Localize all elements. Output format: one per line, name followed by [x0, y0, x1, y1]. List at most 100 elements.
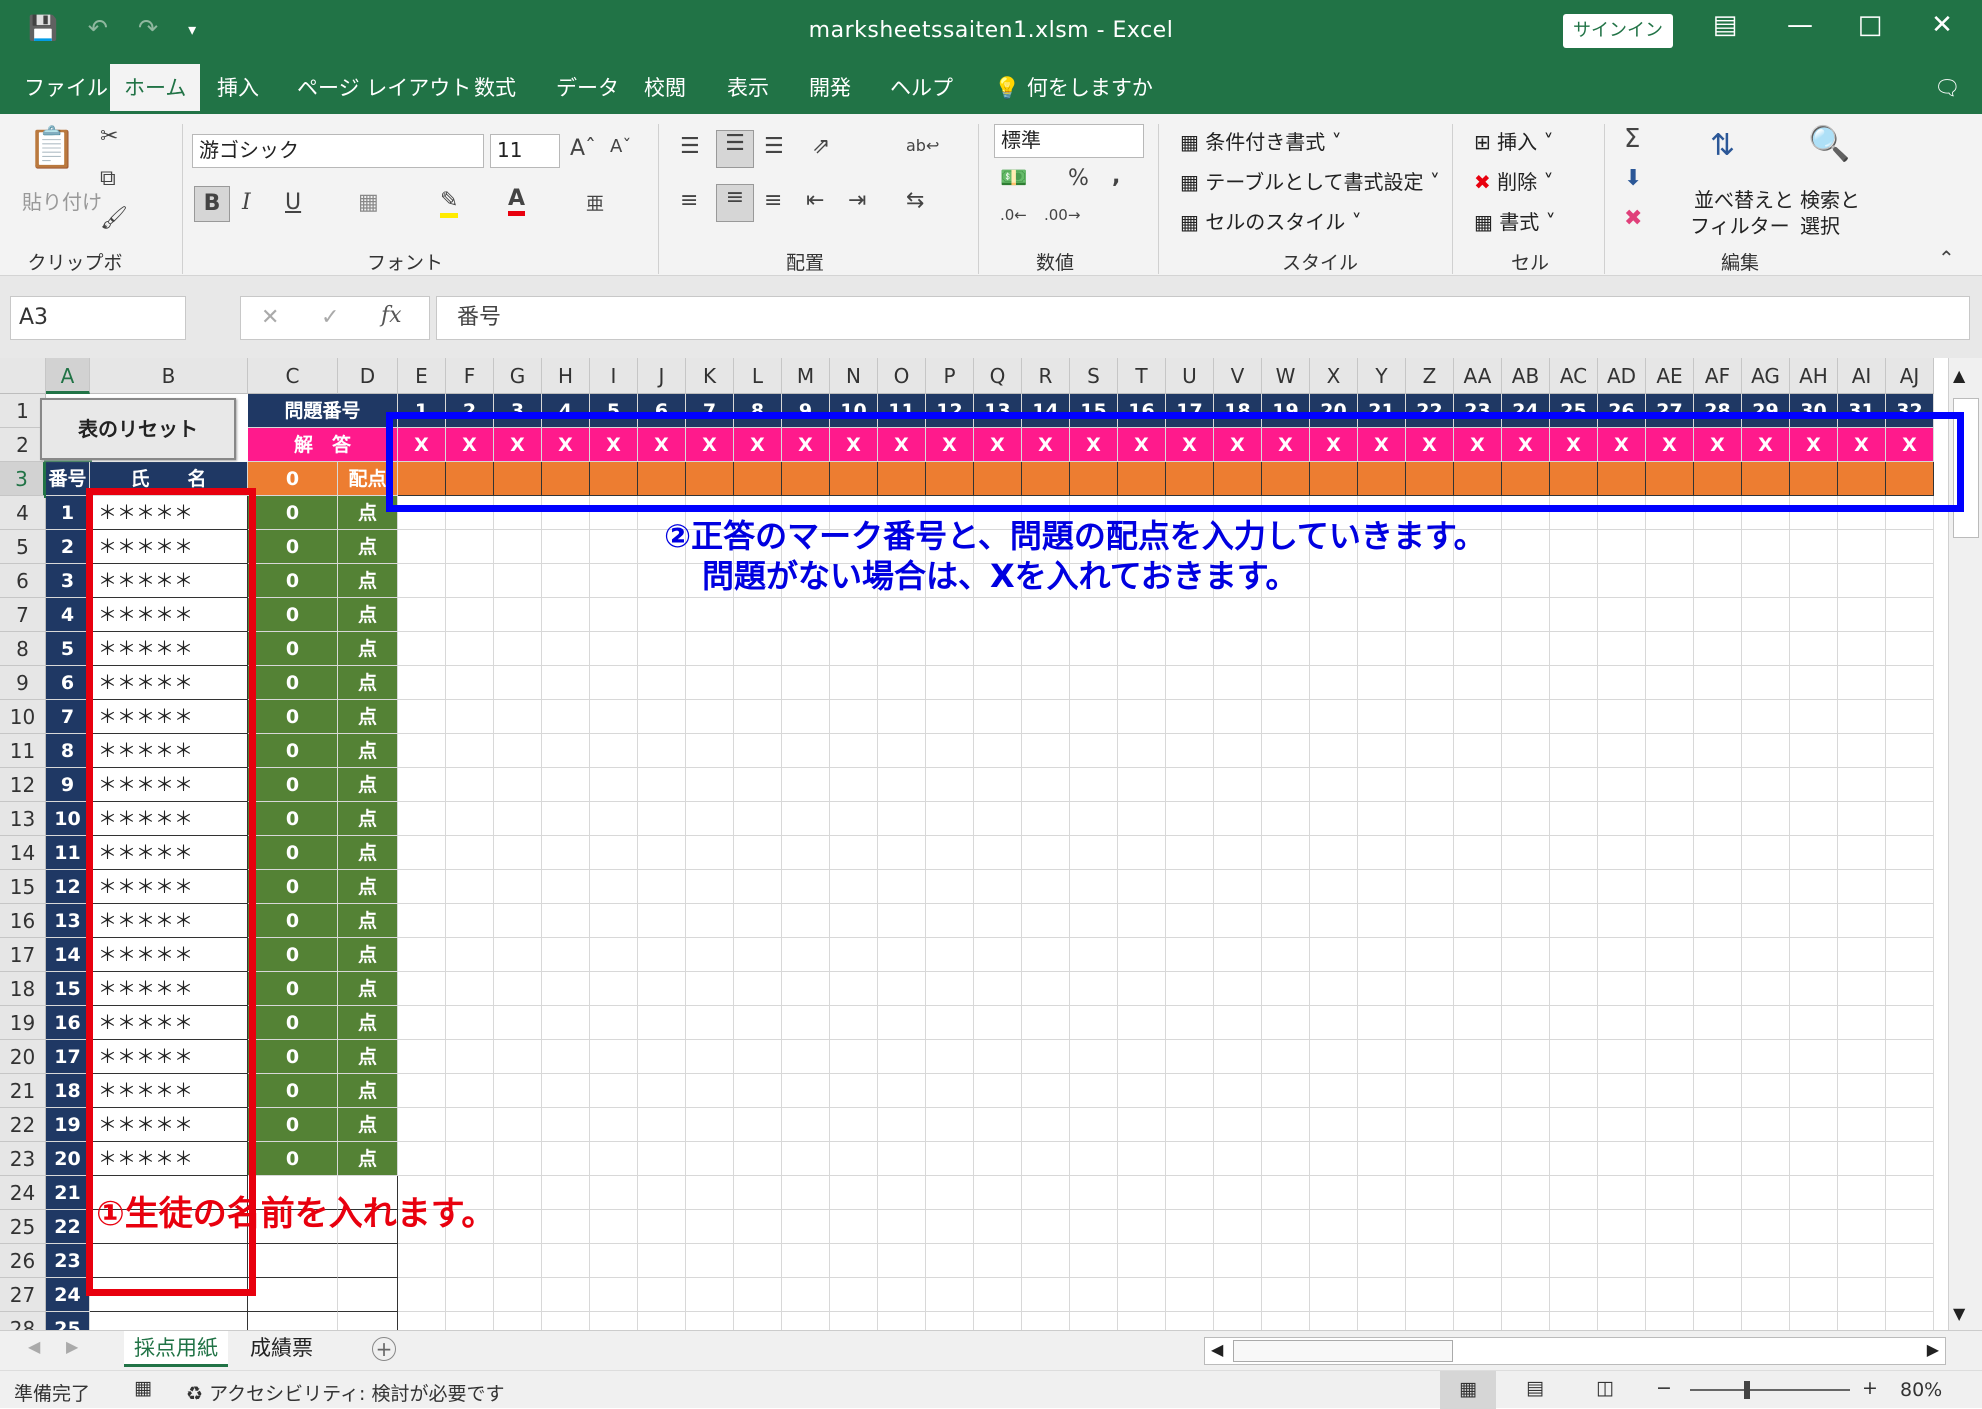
grid-cell[interactable] — [1406, 938, 1454, 972]
grid-cell[interactable] — [1598, 700, 1646, 734]
grid-cell[interactable] — [1406, 1074, 1454, 1108]
student-number[interactable]: 24 — [46, 1278, 90, 1312]
grid-cell[interactable] — [1502, 1210, 1550, 1244]
grid-cell[interactable] — [398, 836, 446, 870]
ribbon-display-icon[interactable]: ▤ — [1705, 10, 1745, 40]
student-score[interactable]: 0 — [248, 972, 338, 1006]
grid-cell[interactable] — [1214, 666, 1262, 700]
percent-button[interactable]: % — [1068, 166, 1089, 191]
grid-cell[interactable] — [1646, 734, 1694, 768]
grid-cell[interactable] — [1262, 836, 1310, 870]
grid-cell[interactable] — [1406, 632, 1454, 666]
grid-cell[interactable] — [1070, 1108, 1118, 1142]
grid-cell[interactable] — [926, 734, 974, 768]
grid-cell[interactable] — [1550, 700, 1598, 734]
score-unit[interactable]: 点 — [338, 666, 398, 700]
grid-cell[interactable] — [1742, 802, 1790, 836]
grid-cell[interactable] — [1454, 666, 1502, 700]
grid-cell[interactable] — [1598, 802, 1646, 836]
grid-cell[interactable] — [1166, 938, 1214, 972]
grid-cell[interactable] — [542, 1108, 590, 1142]
grid-cell[interactable] — [1502, 1244, 1550, 1278]
column-header-aj[interactable]: AJ — [1886, 358, 1934, 394]
grid-cell[interactable] — [1454, 836, 1502, 870]
grid-cell[interactable] — [782, 1142, 830, 1176]
grid-cell[interactable] — [1406, 972, 1454, 1006]
grid-cell[interactable] — [446, 870, 494, 904]
grid-cell[interactable] — [494, 1278, 542, 1312]
grid-cell[interactable] — [1646, 802, 1694, 836]
grid-cell[interactable] — [1358, 1244, 1406, 1278]
font-size-select[interactable]: 11 — [490, 134, 560, 168]
scroll-right-icon[interactable]: ▶ — [1927, 1340, 1939, 1359]
grid-cell[interactable] — [734, 1244, 782, 1278]
grid-cell[interactable] — [1358, 564, 1406, 598]
grid-cell[interactable] — [1118, 972, 1166, 1006]
grid-cell[interactable] — [1790, 530, 1838, 564]
score-unit[interactable]: 点 — [338, 564, 398, 598]
grid-cell[interactable] — [782, 1006, 830, 1040]
sort-filter-button[interactable]: 並べ替えと — [1694, 184, 1794, 213]
decrease-indent-icon[interactable]: ⇤ — [806, 188, 824, 213]
grid-cell[interactable] — [1070, 700, 1118, 734]
grid-cell[interactable] — [878, 1278, 926, 1312]
grid-cell[interactable] — [878, 1244, 926, 1278]
grid-cell[interactable] — [1838, 938, 1886, 972]
grid-cell[interactable] — [1118, 1312, 1166, 1330]
grid-cell[interactable] — [1598, 972, 1646, 1006]
row-header-3[interactable]: 3 — [0, 462, 46, 496]
grid-cell[interactable] — [1166, 802, 1214, 836]
grid-cell[interactable] — [1262, 1108, 1310, 1142]
grid-cell[interactable] — [926, 1142, 974, 1176]
grid-cell[interactable] — [1214, 836, 1262, 870]
grid-cell[interactable] — [782, 1176, 830, 1210]
student-score[interactable]: 0 — [248, 870, 338, 904]
grid-cell[interactable] — [1742, 938, 1790, 972]
grid-cell[interactable] — [1022, 1074, 1070, 1108]
grid-cell[interactable] — [1454, 564, 1502, 598]
grid-cell[interactable] — [1598, 1074, 1646, 1108]
grid-cell[interactable] — [734, 938, 782, 972]
grid-cell[interactable] — [1694, 1210, 1742, 1244]
header-answer[interactable]: 解 答 — [248, 428, 398, 462]
grid-cell[interactable] — [1694, 1176, 1742, 1210]
grid-cell[interactable] — [830, 700, 878, 734]
grid-cell[interactable] — [782, 870, 830, 904]
grid-cell[interactable] — [1310, 1040, 1358, 1074]
grid-cell[interactable] — [542, 802, 590, 836]
signin-button[interactable]: サインイン — [1563, 14, 1673, 48]
grid-cell[interactable] — [590, 768, 638, 802]
column-header-y[interactable]: Y — [1358, 358, 1406, 394]
grid-cell[interactable] — [1454, 904, 1502, 938]
score-unit[interactable] — [338, 1278, 398, 1312]
student-number[interactable]: 8 — [46, 734, 90, 768]
name-box[interactable]: A3 — [10, 296, 186, 340]
grid-cell[interactable] — [1070, 870, 1118, 904]
grid-cell[interactable] — [1406, 870, 1454, 904]
grid-cell[interactable] — [1502, 768, 1550, 802]
copy-icon[interactable]: ⧉ — [100, 166, 116, 191]
student-number[interactable]: 11 — [46, 836, 90, 870]
grid-cell[interactable] — [1838, 1040, 1886, 1074]
grid-cell[interactable] — [1022, 836, 1070, 870]
grid-cell[interactable] — [878, 1074, 926, 1108]
tab-formulas[interactable]: 数式 — [460, 64, 530, 114]
grid-cell[interactable] — [1742, 666, 1790, 700]
grid-cell[interactable] — [1742, 734, 1790, 768]
grid-cell[interactable] — [1166, 1176, 1214, 1210]
column-header-f[interactable]: F — [446, 358, 494, 394]
grid-cell[interactable] — [494, 598, 542, 632]
grid-cell[interactable] — [1166, 1040, 1214, 1074]
grid-cell[interactable] — [1694, 972, 1742, 1006]
grid-cell[interactable] — [734, 1074, 782, 1108]
grid-cell[interactable] — [1694, 1108, 1742, 1142]
grid-cell[interactable] — [734, 1176, 782, 1210]
grid-cell[interactable] — [1358, 632, 1406, 666]
grid-cell[interactable] — [1406, 1312, 1454, 1330]
grid-cell[interactable] — [1550, 1006, 1598, 1040]
grid-cell[interactable] — [1262, 870, 1310, 904]
add-sheet-icon[interactable]: + — [372, 1337, 396, 1361]
grid-cell[interactable] — [638, 564, 686, 598]
grid-cell[interactable] — [542, 904, 590, 938]
student-number[interactable]: 12 — [46, 870, 90, 904]
